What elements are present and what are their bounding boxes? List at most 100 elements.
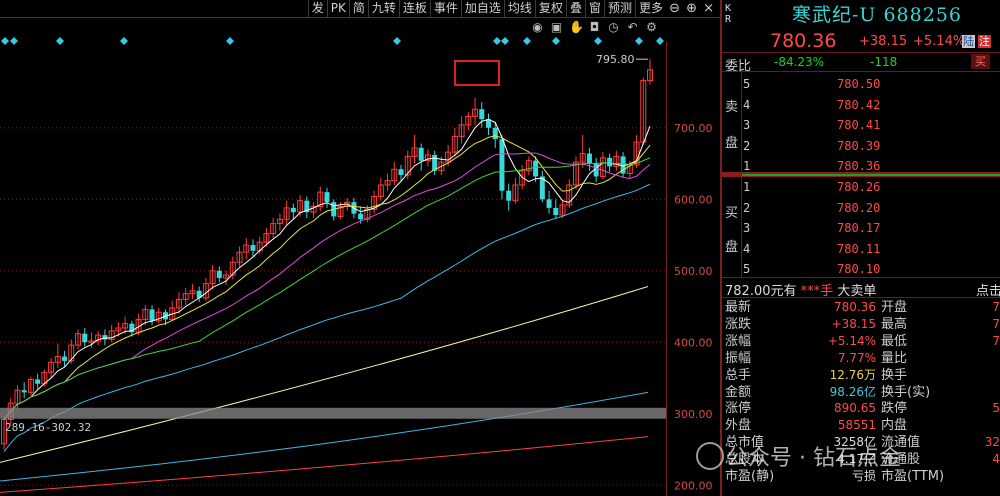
menu-item-4[interactable]: 连板 (398, 0, 430, 17)
y-tick-label: 600.00 (674, 193, 713, 206)
stat-label: 跌停 (881, 401, 908, 417)
buy-side-label-1: 买 (725, 206, 739, 221)
stat-label: 最低 (881, 333, 908, 349)
stat-value: 5 (992, 401, 1000, 416)
buy-button[interactable]: 买 (971, 54, 990, 69)
candle-body (553, 207, 559, 216)
menu-item-0[interactable]: 发 (307, 0, 327, 17)
ask-price[interactable]: 780.36 (837, 159, 880, 173)
ask-price[interactable]: 780.41 (837, 118, 880, 132)
price-change: +38.15 (859, 34, 908, 49)
ma10-line (3, 135, 651, 420)
eye-icon[interactable]: ◉ (531, 20, 544, 34)
ma500-line (0, 436, 649, 493)
camera-icon[interactable]: ◘ (588, 20, 601, 34)
kline-chart-panel[interactable]: 700.00 600.00 500.00 400.00 300.00 200.00 289.… (0, 0, 720, 496)
menu-item-12[interactable]: 更多 (634, 0, 666, 17)
hk-connect-badge: 陆 (962, 35, 975, 48)
kline-chart[interactable]: 700.00 600.00 500.00 400.00 300.00 200.00 289.… (0, 0, 720, 496)
bid-level: 3 (743, 221, 751, 235)
stat-value: 780.36 (834, 300, 876, 314)
bid-price[interactable]: 780.26 (837, 180, 880, 194)
lock-icon[interactable]: ▣ (550, 20, 563, 34)
signal-marker (552, 37, 560, 45)
signal-marker (393, 37, 401, 45)
stat-value: 7 (992, 300, 1000, 314)
signal-marker (594, 37, 602, 45)
candle-body (216, 270, 222, 278)
hand-icon[interactable]: ✋ (569, 20, 584, 34)
order-ratio-value: -84.23% (774, 55, 825, 69)
stock-name: 寒武纪-U 688256 (792, 4, 963, 26)
ask-price[interactable]: 780.42 (837, 98, 880, 112)
bid-price[interactable]: 780.17 (837, 221, 880, 235)
chart-toolbar: ◉ ▣ ✋ ◘ ◷ ↶ ⚙ (531, 20, 658, 34)
menu-item-7[interactable]: 均线 (503, 0, 535, 17)
menu-item-10[interactable]: 窗 (584, 0, 604, 17)
r-marker: R (725, 14, 732, 25)
signal-marker (56, 37, 64, 45)
candle-body (418, 147, 424, 161)
price-change-pct: +5.14% (913, 34, 966, 49)
candle-body (82, 333, 88, 343)
buy-side-label-2: 盘 (725, 240, 739, 255)
stat-value: 58551 (837, 418, 876, 433)
stat-label: 最高 (881, 316, 908, 332)
stat-value: +5.14% (827, 333, 876, 348)
candle-body (533, 160, 539, 177)
bid-price[interactable]: 780.10 (837, 262, 880, 276)
candle-body (290, 207, 296, 213)
divider (722, 52, 1000, 53)
signal-marker (501, 37, 509, 45)
low-price-label: 289.16-302.32 (5, 421, 91, 434)
y-tick-label: 700.00 (674, 122, 713, 135)
y-tick-label: 400.00 (674, 336, 713, 349)
candle-body (21, 390, 27, 393)
candle-body (499, 139, 505, 191)
stat-value: 890.65 (834, 401, 876, 416)
signal-marker (226, 37, 234, 45)
signal-marker (120, 37, 128, 45)
k-marker: K (725, 3, 732, 14)
plus-icon[interactable]: ⊕ (686, 1, 697, 16)
signal-marker (493, 37, 501, 45)
menu-item-5[interactable]: 事件 (429, 0, 461, 17)
stat-label: 涨跌 (725, 316, 752, 332)
menu-item-6[interactable]: 加自选 (460, 0, 504, 17)
divider (722, 71, 1000, 72)
stat-label: 量比 (881, 350, 908, 366)
sell-side-label-1: 卖 (725, 100, 739, 115)
menu-item-2[interactable]: 简 (348, 0, 368, 17)
candle-body (358, 213, 364, 220)
bid-level: 4 (743, 241, 751, 256)
stat-label: 开盘 (881, 300, 908, 315)
bid-price[interactable]: 780.11 (837, 242, 880, 256)
ask-price[interactable]: 780.39 (837, 139, 880, 153)
clock-icon[interactable]: ◷ (607, 20, 620, 34)
ask-level: 5 (743, 77, 751, 91)
undo-icon[interactable]: ↶ (626, 20, 639, 34)
close-icon[interactable]: × (703, 1, 714, 16)
ask-level: 4 (743, 97, 751, 112)
y-tick-label: 300.00 (674, 408, 713, 421)
bid-price[interactable]: 780.20 (837, 201, 880, 215)
minus-icon[interactable]: ⊖ (669, 1, 680, 16)
bid-level: 1 (743, 180, 751, 194)
high-price-label: 795.80 (596, 53, 635, 66)
bid-level: 2 (743, 200, 751, 215)
ask-price[interactable]: 780.50 (837, 77, 880, 91)
menu-item-3[interactable]: 九转 (367, 0, 399, 17)
menu-item-9[interactable]: 叠 (565, 0, 585, 17)
stat-label: 换手(实) (881, 384, 931, 400)
y-tick-label: 500.00 (674, 265, 713, 278)
quote-panel: K R 寒武纪-U 688256 780.36 +38.15 +5.14% 陆 … (720, 0, 1000, 496)
menu-item-8[interactable]: 复权 (534, 0, 566, 17)
ma120-line (0, 286, 649, 463)
candle-body (398, 169, 404, 175)
gear-icon[interactable]: ⚙ (645, 20, 658, 34)
stat-value: 32 (984, 435, 1000, 450)
candle-body (492, 127, 498, 140)
sell-side-label-2: 盘 (725, 136, 739, 151)
menu-item-1[interactable]: PK (326, 0, 349, 17)
menu-item-11[interactable]: 预测 (603, 0, 635, 17)
